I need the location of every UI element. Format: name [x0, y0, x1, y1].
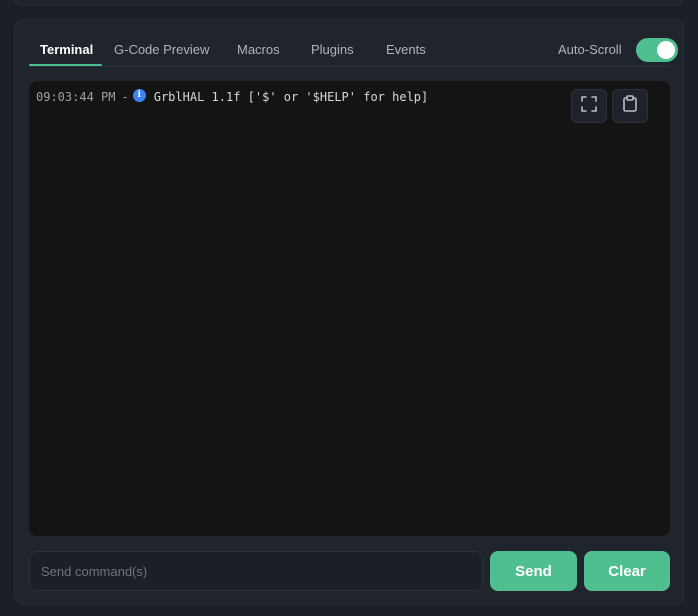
- command-input[interactable]: [29, 551, 483, 591]
- log-line: 09:03:44 PM - i GrblHAL 1.1f ['$' or '$H…: [36, 88, 429, 104]
- tab-events[interactable]: Events: [386, 42, 426, 57]
- tab-macros[interactable]: Macros: [237, 42, 280, 57]
- tab-gcode-preview[interactable]: G-Code Preview: [114, 42, 209, 57]
- clipboard-icon: [622, 94, 638, 118]
- send-button[interactable]: Send: [490, 551, 577, 591]
- console-panel: Terminal G-Code Preview Macros Plugins E…: [14, 19, 684, 605]
- top-panel: [14, 0, 684, 6]
- fullscreen-button[interactable]: [571, 89, 607, 123]
- terminal-output[interactable]: 09:03:44 PM - i GrblHAL 1.1f ['$' or '$H…: [29, 81, 670, 536]
- autoscroll-label: Auto-Scroll: [558, 42, 622, 57]
- expand-icon: [580, 95, 598, 118]
- tab-bar: Terminal G-Code Preview Macros Plugins E…: [29, 20, 678, 67]
- clear-button[interactable]: Clear: [584, 551, 670, 591]
- tab-terminal[interactable]: Terminal: [40, 42, 93, 57]
- log-message: GrblHAL 1.1f ['$' or '$HELP' for help]: [153, 90, 429, 104]
- active-tab-indicator: [29, 64, 102, 66]
- toggle-knob: [657, 41, 675, 59]
- tab-plugins[interactable]: Plugins: [311, 42, 354, 57]
- log-timestamp: 09:03:44 PM: [36, 90, 116, 104]
- autoscroll-toggle[interactable]: [636, 38, 678, 62]
- info-icon: i: [132, 88, 146, 102]
- copy-button[interactable]: [612, 89, 648, 123]
- log-separator: -: [121, 90, 129, 104]
